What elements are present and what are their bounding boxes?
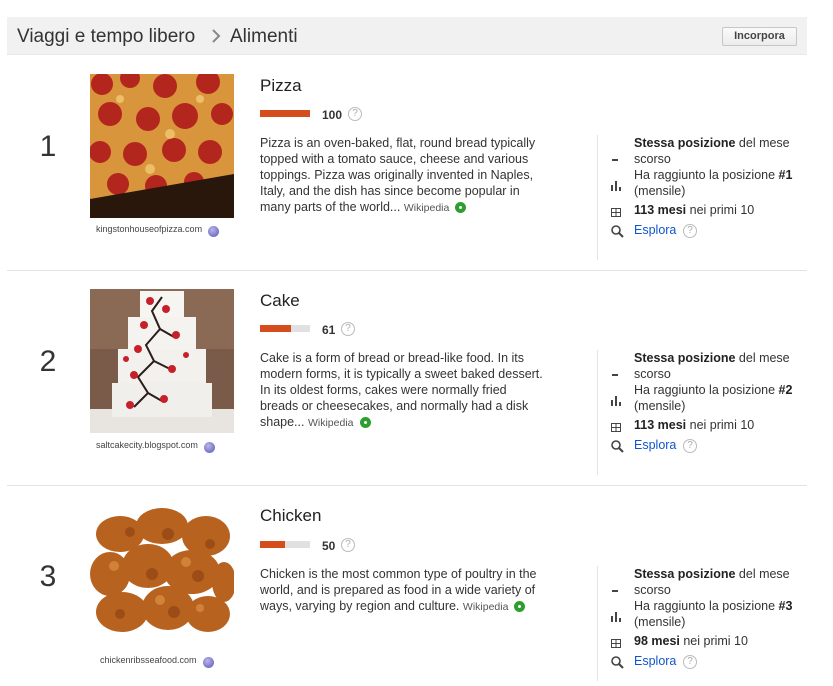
- stat-peak-text: Ha raggiunto la posizione: [634, 168, 779, 182]
- bar-chart-icon: [611, 393, 622, 411]
- dash-icon: [612, 580, 620, 598]
- help-icon[interactable]: ?: [348, 107, 362, 121]
- stat-peak-suffix: (mensile): [634, 399, 686, 413]
- stat-months-rest: nei primi 10: [679, 634, 748, 648]
- calendar-grid-icon: [611, 205, 622, 223]
- score-bar-fill: [260, 541, 285, 548]
- stat-months-bold: 98 mesi: [634, 634, 680, 648]
- description-text: Cake is a form of bread or bread-like fo…: [260, 351, 543, 429]
- item-title[interactable]: Pizza: [260, 76, 302, 96]
- search-icon[interactable]: [611, 656, 624, 674]
- stat-months-bold: 113 mesi: [634, 203, 687, 217]
- dash-icon: [612, 364, 620, 382]
- explore-link[interactable]: Esplora: [634, 223, 676, 237]
- breadcrumb-category[interactable]: Viaggi e tempo libero: [17, 26, 195, 48]
- stat-position-bold: Stessa posizione: [634, 136, 736, 150]
- help-icon[interactable]: ?: [683, 655, 697, 669]
- dash-icon: [612, 149, 620, 167]
- stat-peak-rank: #3: [778, 599, 793, 613]
- image-source-text[interactable]: saltcakecity.blogspot.com: [96, 440, 198, 450]
- stat-months-rest: nei primi 10: [686, 418, 755, 432]
- stat-peak: Ha raggiunto la posizione #1 (mensile): [634, 167, 809, 199]
- list-item: 1 kingstonhouseofpizza.com Pizza 100 ? P…: [7, 55, 807, 270]
- divider: [597, 135, 598, 260]
- bar-chart-icon: [611, 178, 622, 196]
- rank-number: 1: [39, 130, 57, 163]
- item-title[interactable]: Chicken: [260, 506, 321, 526]
- explore-link[interactable]: Esplora: [634, 438, 676, 452]
- image-source: chickenribsseafood.com: [100, 655, 214, 669]
- stat-peak-suffix: (mensile): [634, 615, 686, 629]
- image-source-text[interactable]: chickenribsseafood.com: [100, 655, 197, 665]
- info-icon[interactable]: [208, 226, 220, 238]
- search-icon[interactable]: [611, 225, 624, 243]
- score-bar: [260, 110, 310, 117]
- embed-button[interactable]: Incorpora: [722, 27, 797, 46]
- stat-months: 98 mesi nei primi 10: [634, 633, 809, 649]
- score-value: 100: [322, 108, 343, 122]
- item-description: Chicken is the most common type of poult…: [260, 566, 545, 615]
- rank-number: 2: [39, 345, 57, 378]
- list-item: 3 chickenribsseafood.com Chicken 50 ? Ch…: [7, 485, 807, 686]
- item-image[interactable]: [90, 504, 234, 648]
- stat-peak: Ha raggiunto la posizione #3 (mensile): [634, 598, 809, 630]
- stat-position: Stessa posizione del mese scorso: [634, 350, 809, 382]
- stat-peak-rank: #1: [778, 168, 793, 182]
- divider: [597, 350, 598, 475]
- wikipedia-link-icon[interactable]: [514, 601, 526, 612]
- wikipedia-link[interactable]: Wikipedia: [308, 417, 354, 429]
- score-bar: [260, 541, 310, 548]
- item-description: Cake is a form of bread or bread-like fo…: [260, 350, 545, 431]
- calendar-grid-icon: [611, 420, 622, 438]
- info-icon[interactable]: [202, 657, 214, 669]
- list-item: 2 saltcakecity.blogspot.com Cake 61 ? Ca…: [7, 270, 807, 485]
- image-source: saltcakecity.blogspot.com: [96, 440, 215, 454]
- stat-months-bold: 113 mesi: [634, 418, 687, 432]
- stat-position: Stessa posizione del mese scorso: [634, 135, 809, 167]
- stat-peak-text: Ha raggiunto la posizione: [634, 599, 779, 613]
- score-bar-fill: [260, 110, 310, 117]
- stat-months-rest: nei primi 10: [686, 203, 755, 217]
- wikipedia-link-icon[interactable]: [455, 202, 467, 213]
- score-value: 50: [322, 539, 336, 553]
- stat-peak-rank: #2: [778, 383, 793, 397]
- score-bar-fill: [260, 325, 291, 332]
- item-image[interactable]: [90, 289, 234, 433]
- stat-months: 113 mesi nei primi 10: [634, 202, 809, 218]
- stat-peak: Ha raggiunto la posizione #2 (mensile): [634, 382, 809, 414]
- wikipedia-link[interactable]: Wikipedia: [404, 202, 450, 214]
- help-icon[interactable]: ?: [683, 224, 697, 238]
- image-source: kingstonhouseofpizza.com: [96, 224, 220, 238]
- header-bar: Viaggi e tempo libero Alimenti Incorpora: [7, 17, 807, 55]
- description-text: Pizza is an oven-baked, flat, round brea…: [260, 136, 536, 214]
- help-icon[interactable]: ?: [341, 322, 355, 336]
- help-icon[interactable]: ?: [683, 439, 697, 453]
- wikipedia-link[interactable]: Wikipedia: [463, 601, 509, 613]
- breadcrumb-subcategory: Alimenti: [230, 26, 298, 47]
- wikipedia-link-icon[interactable]: [359, 417, 371, 428]
- score-value: 61: [322, 323, 336, 337]
- image-source-text[interactable]: kingstonhouseofpizza.com: [96, 224, 202, 234]
- chevron-right-icon: [211, 28, 221, 49]
- help-icon[interactable]: ?: [341, 538, 355, 552]
- stat-position-bold: Stessa posizione: [634, 567, 736, 581]
- stat-months: 113 mesi nei primi 10: [634, 417, 809, 433]
- info-icon[interactable]: [203, 442, 215, 454]
- divider: [597, 566, 598, 681]
- stat-position-bold: Stessa posizione: [634, 351, 736, 365]
- item-title[interactable]: Cake: [260, 291, 300, 311]
- score-bar: [260, 325, 310, 332]
- explore-link[interactable]: Esplora: [634, 654, 676, 668]
- stat-position: Stessa posizione del mese scorso: [634, 566, 809, 598]
- stat-peak-text: Ha raggiunto la posizione: [634, 383, 779, 397]
- search-icon[interactable]: [611, 440, 624, 458]
- bar-chart-icon: [611, 609, 622, 627]
- calendar-grid-icon: [611, 636, 622, 654]
- stat-peak-suffix: (mensile): [634, 184, 686, 198]
- item-description: Pizza is an oven-baked, flat, round brea…: [260, 135, 545, 216]
- item-image[interactable]: [90, 74, 234, 218]
- rank-number: 3: [39, 560, 57, 593]
